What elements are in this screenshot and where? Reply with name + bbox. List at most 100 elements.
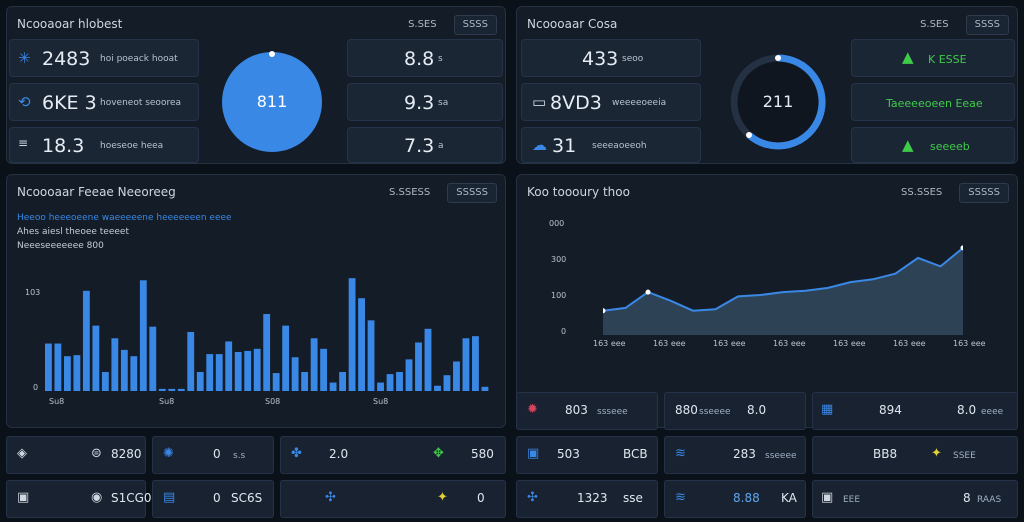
mini-card[interactable]: 880 sseeee 8.0 xyxy=(664,392,806,430)
mini-card[interactable]: ≋ 8.88 KA xyxy=(664,480,806,518)
mini-card[interactable]: ✹ 803 ssseee xyxy=(516,392,658,430)
bar xyxy=(45,343,52,391)
mini-card[interactable]: ✣ ✦ 0 xyxy=(280,480,506,518)
options-select[interactable]: SSSS xyxy=(965,15,1009,35)
mini-card[interactable]: ✤ 2.0 ✥ 580 xyxy=(280,436,506,474)
refresh-icon: ⟲ xyxy=(18,93,31,111)
bar xyxy=(149,326,157,391)
stat-unit: hoi poeack hooat xyxy=(100,54,178,64)
mini-value: 580 xyxy=(471,447,494,461)
range-select[interactable]: SS.SSES xyxy=(892,183,951,203)
panel-status: Ncoooaar Cosa S.SES SSSS 433 seoo ▭ 8VD3… xyxy=(516,6,1018,164)
metric-value: 9.3 xyxy=(404,92,435,114)
stat-card-3[interactable]: ☁ 31 seeeaoeeoh xyxy=(521,127,701,163)
y-tick: 100 xyxy=(551,291,567,300)
stat-card-1[interactable]: ✳ 2483 hoi poeack hooat xyxy=(9,39,199,77)
range-select[interactable]: S.SES xyxy=(911,15,958,35)
x-tick: Su8 xyxy=(49,397,65,406)
stat-unit: hoeseoe heea xyxy=(100,141,164,151)
device-icon: ▣ xyxy=(17,490,30,505)
metric-value: 8.8 xyxy=(404,48,435,70)
sync-icon: ✳ xyxy=(18,49,31,67)
bar xyxy=(472,336,479,391)
bar xyxy=(282,325,290,391)
status-card-2[interactable]: Taeeeeoeen Eeae xyxy=(851,83,1015,121)
cloud-icon: ☁ xyxy=(532,136,547,154)
x-tick: S08 xyxy=(265,397,281,406)
bar-chart xyxy=(45,278,489,391)
metric-card-1[interactable]: 8.8 s xyxy=(347,39,503,77)
clock-icon: ◉ xyxy=(91,490,103,505)
bar xyxy=(187,331,195,391)
x-tick: 163 eee xyxy=(713,339,746,348)
range-select[interactable]: S.SSESS xyxy=(380,183,439,203)
mini-card[interactable]: ▦ 894 8.0 eeee xyxy=(812,392,1018,430)
stat-value: 8VD3 xyxy=(550,92,602,114)
range-select[interactable]: S.SES xyxy=(399,15,446,35)
bar xyxy=(339,372,347,391)
mini-card[interactable]: ◈ ⊜ 8280 xyxy=(6,436,146,474)
mini-card[interactable]: ▣ 503 BCB xyxy=(516,436,658,474)
stat-card-2[interactable]: ▭ 8VD3 weeeeoeeia xyxy=(521,83,701,121)
panel-title: Ncoooaar Cosa xyxy=(527,17,618,31)
status-label: K ESSE xyxy=(928,53,967,66)
mini-value: 8 xyxy=(963,491,971,505)
options-select[interactable]: SSSSS xyxy=(447,183,497,203)
metric-card-2[interactable]: 9.3 sa xyxy=(347,83,503,121)
bar xyxy=(415,342,422,391)
mini-card[interactable]: ▣ ◉ S1CG0 xyxy=(6,480,152,518)
mini-value: BB8 xyxy=(873,447,898,461)
mini-sub: EEE xyxy=(843,495,861,505)
mini-card[interactable]: ▣ EEE 8 RAAS xyxy=(812,480,1018,518)
bar xyxy=(329,382,337,391)
bar xyxy=(358,298,365,391)
bar xyxy=(434,385,441,391)
status-label: seeeeb xyxy=(930,140,970,153)
x-tick: 163 eee xyxy=(593,339,626,348)
mini-card[interactable]: ▤ 0 SC6S xyxy=(152,480,274,518)
metric-card-3[interactable]: 7.3 a xyxy=(347,127,503,163)
panel-title: Ncoooaar Feeae Neeoreeg xyxy=(17,185,176,199)
warning-icon: ▲ xyxy=(902,136,914,154)
status-label: Taeeeeoeen Eeae xyxy=(886,97,983,110)
bar xyxy=(310,338,318,391)
tag-icon: ✺ xyxy=(163,446,174,461)
mini-value: 2.0 xyxy=(329,447,349,461)
x-tick: Su8 xyxy=(373,397,389,406)
options-select[interactable]: SSSSS xyxy=(959,183,1009,203)
mini-card[interactable]: ✺ 0 s.s xyxy=(152,436,274,474)
stat-card-2[interactable]: ⟲ 6KE 3 hoveneot seoorea xyxy=(9,83,199,121)
mini-card[interactable]: ✣ 1323 sse xyxy=(516,480,658,518)
mini-card[interactable]: ≋ 283 sseeee xyxy=(664,436,806,474)
mini-value: 894 xyxy=(879,403,902,417)
panel-area-chart: Koo toooury thoo SS.SSES SSSSS 000 300 1… xyxy=(516,174,1018,428)
mini-value: KA xyxy=(781,491,797,505)
list-icon: ≡ xyxy=(18,136,29,150)
stat-card-3[interactable]: ≡ 18.3 hoeseoe heea xyxy=(9,127,199,163)
bar xyxy=(101,372,109,391)
options-select[interactable]: SSSS xyxy=(453,15,497,35)
panel-controls: SS.SSES SSSSS xyxy=(892,183,1009,203)
warning-icon: ▲ xyxy=(902,48,914,66)
stat-value: 2483 xyxy=(42,48,91,70)
panel-title: Koo toooury thoo xyxy=(527,185,630,199)
area-chart xyxy=(603,245,963,335)
bar xyxy=(177,388,185,391)
stat-value: 18.3 xyxy=(42,135,85,157)
bar xyxy=(168,388,176,391)
stat-card-1[interactable]: 433 seoo xyxy=(521,39,701,77)
bar xyxy=(54,343,62,391)
mini-value: 803 xyxy=(565,403,588,417)
panel-title: Ncooaoar hlobest xyxy=(17,17,123,31)
x-tick: 163 eee xyxy=(953,339,986,348)
mini-value: 503 xyxy=(557,447,580,461)
list-icon: ▣ xyxy=(821,490,834,505)
bar xyxy=(120,349,128,391)
x-tick: 163 eee xyxy=(773,339,806,348)
mini-card[interactable]: BB8 ✦ SSEE xyxy=(812,436,1018,474)
status-card-1[interactable]: ▲ K ESSE xyxy=(851,39,1015,77)
mini-value: BCB xyxy=(623,447,648,461)
nodes-icon: ✣ xyxy=(325,490,336,505)
status-card-3[interactable]: ▲ seeeeb xyxy=(851,127,1015,163)
mini-value: 880 xyxy=(675,403,698,417)
